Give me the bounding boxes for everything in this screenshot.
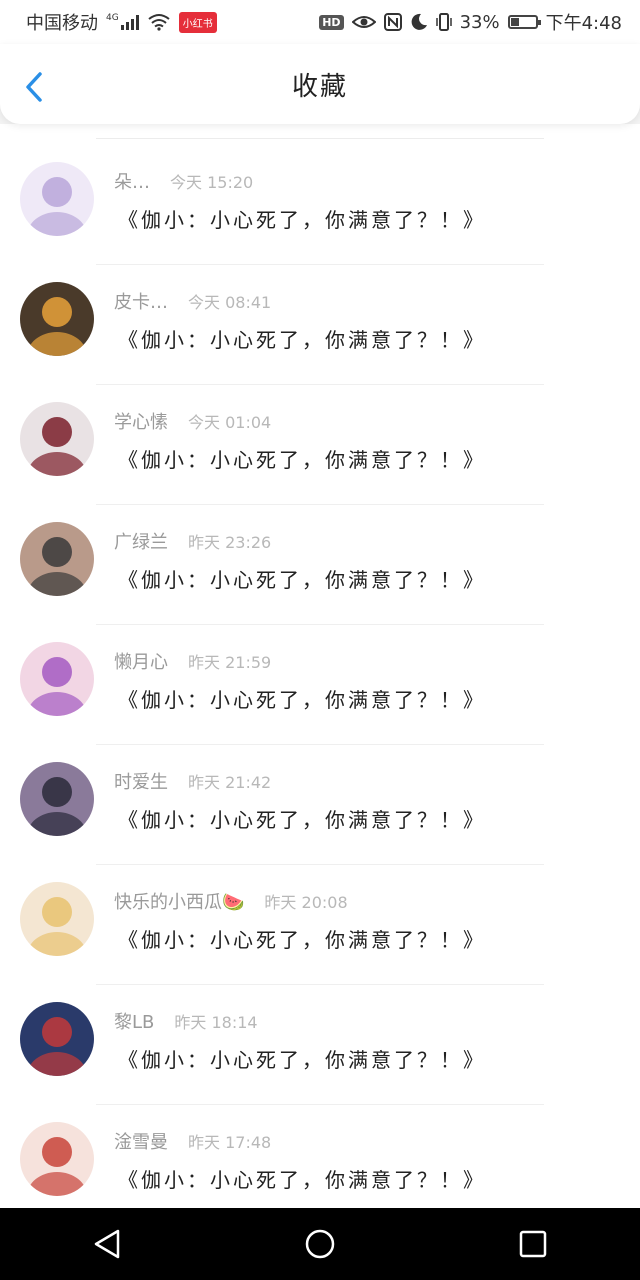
avatar[interactable] xyxy=(20,162,94,236)
system-navigation-bar xyxy=(0,1208,640,1280)
sender-name[interactable]: 广绿兰 xyxy=(114,528,168,554)
square-recents-icon[interactable] xyxy=(503,1214,563,1274)
network-label: 4G xyxy=(106,13,119,23)
timestamp: 今天 08:41 xyxy=(188,293,272,312)
avatar[interactable] xyxy=(20,522,94,596)
eye-icon xyxy=(351,16,376,28)
message-text[interactable]: 《伽小：小心死了，你满意了？！》 xyxy=(118,1044,486,1073)
list-item[interactable]: 懒月心 昨天 21:59 《伽小：小心死了，你满意了？！》 xyxy=(0,634,640,754)
avatar[interactable] xyxy=(20,282,94,356)
avatar[interactable] xyxy=(20,882,94,956)
avatar[interactable] xyxy=(20,402,94,476)
status-left: 中国移动 4G 小红书 xyxy=(26,9,217,35)
app-badge: 小红书 xyxy=(178,11,217,33)
item-meta: 广绿兰 昨天 23:26 xyxy=(114,528,271,554)
moon-icon xyxy=(411,13,427,30)
signal-icon xyxy=(120,14,139,30)
status-right: HD 33% 下午4:48 xyxy=(319,9,622,35)
avatar[interactable] xyxy=(20,1122,94,1196)
favorites-list[interactable]: 朵… 今天 15:20 《伽小：小心死了，你满意了？！》 皮卡… 今天 08:41 《伽小… xyxy=(0,124,640,1208)
divider xyxy=(96,744,544,745)
item-meta: 朵… 今天 15:20 xyxy=(114,168,253,194)
timestamp: 昨天 17:48 xyxy=(188,1133,272,1152)
carrier-label: 中国移动 xyxy=(26,13,98,34)
sender-name[interactable]: 懒月心 xyxy=(114,648,168,674)
avatar[interactable] xyxy=(20,642,94,716)
list-item[interactable]: 快乐的小西瓜🍉 昨天 20:08 《伽小：小心死了，你满意了？！》 xyxy=(0,874,640,994)
timestamp: 昨天 23:26 xyxy=(188,533,272,552)
avatar[interactable] xyxy=(20,1002,94,1076)
list-item[interactable]: 皮卡… 今天 08:41 《伽小：小心死了，你满意了？！》 xyxy=(0,274,640,394)
divider xyxy=(96,138,544,139)
sender-name[interactable]: 时爱生 xyxy=(114,768,168,794)
message-text[interactable]: 《伽小：小心死了，你满意了？！》 xyxy=(118,444,486,473)
list-item[interactable]: 淦雪曼 昨天 17:48 《伽小：小心死了，你满意了？！》 xyxy=(0,1114,640,1208)
message-text[interactable]: 《伽小：小心死了，你满意了？！》 xyxy=(118,1164,486,1193)
timestamp: 昨天 20:08 xyxy=(264,893,348,912)
item-meta: 淦雪曼 昨天 17:48 xyxy=(114,1128,271,1154)
timestamp: 昨天 21:42 xyxy=(188,773,272,792)
item-meta: 快乐的小西瓜🍉 昨天 20:08 xyxy=(114,888,348,914)
list-item[interactable]: 朵… 今天 15:20 《伽小：小心死了，你满意了？！》 xyxy=(0,154,640,274)
divider xyxy=(96,264,544,265)
nfc-icon xyxy=(383,13,402,31)
page-title: 收藏 xyxy=(291,71,348,102)
divider xyxy=(96,984,544,985)
clock: 下午4:48 xyxy=(545,13,622,34)
timestamp: 昨天 18:14 xyxy=(174,1013,258,1032)
list-item[interactable]: 黎LB 昨天 18:14 《伽小：小心死了，你满意了？！》 xyxy=(0,994,640,1114)
sender-name[interactable]: 淦雪曼 xyxy=(114,1128,168,1154)
status-bar: 中国移动 4G 小红书 HD 33% 下午4:48 xyxy=(0,0,640,44)
chevron-left-icon[interactable] xyxy=(18,70,52,104)
divider xyxy=(96,624,544,625)
item-meta: 皮卡… 今天 08:41 xyxy=(114,288,271,314)
message-text[interactable]: 《伽小：小心死了，你满意了？！》 xyxy=(118,684,486,713)
sender-name[interactable]: 黎LB xyxy=(114,1008,154,1034)
triangle-back-icon[interactable] xyxy=(77,1214,137,1274)
sender-name[interactable]: 朵… xyxy=(114,168,150,194)
item-meta: 黎LB 昨天 18:14 xyxy=(114,1008,258,1034)
sender-name[interactable]: 学心愫 xyxy=(114,408,168,434)
timestamp: 今天 01:04 xyxy=(188,413,272,432)
header-bar: 收藏 xyxy=(0,44,640,124)
divider xyxy=(96,864,544,865)
message-text[interactable]: 《伽小：小心死了，你满意了？！》 xyxy=(118,924,486,953)
message-text[interactable]: 《伽小：小心死了，你满意了？！》 xyxy=(118,204,486,233)
sender-name[interactable]: 快乐的小西瓜🍉 xyxy=(114,888,244,914)
timestamp: 今天 15:20 xyxy=(170,173,254,192)
message-text[interactable]: 《伽小：小心死了，你满意了？！》 xyxy=(118,324,486,353)
message-text[interactable]: 《伽小：小心死了，你满意了？！》 xyxy=(118,804,486,833)
battery-percent: 33% xyxy=(459,11,500,33)
list-item[interactable]: 广绿兰 昨天 23:26 《伽小：小心死了，你满意了？！》 xyxy=(0,514,640,634)
list-item[interactable]: 学心愫 今天 01:04 《伽小：小心死了，你满意了？！》 xyxy=(0,394,640,514)
item-meta: 懒月心 昨天 21:59 xyxy=(114,648,271,674)
wifi-icon xyxy=(148,14,170,31)
sender-name[interactable]: 皮卡… xyxy=(114,288,168,314)
vibrate-icon xyxy=(435,13,452,31)
item-meta: 学心愫 今天 01:04 xyxy=(114,408,271,434)
list-item[interactable]: 时爱生 昨天 21:42 《伽小：小心死了，你满意了？！》 xyxy=(0,754,640,874)
divider xyxy=(96,504,544,505)
message-text[interactable]: 《伽小：小心死了，你满意了？！》 xyxy=(118,564,486,593)
timestamp: 昨天 21:59 xyxy=(188,653,272,672)
avatar[interactable] xyxy=(20,762,94,836)
hd-badge: HD xyxy=(319,14,344,30)
battery-icon xyxy=(507,15,541,29)
item-meta: 时爱生 昨天 21:42 xyxy=(114,768,271,794)
circle-home-icon[interactable] xyxy=(290,1214,350,1274)
divider xyxy=(96,384,544,385)
divider xyxy=(96,1104,544,1105)
